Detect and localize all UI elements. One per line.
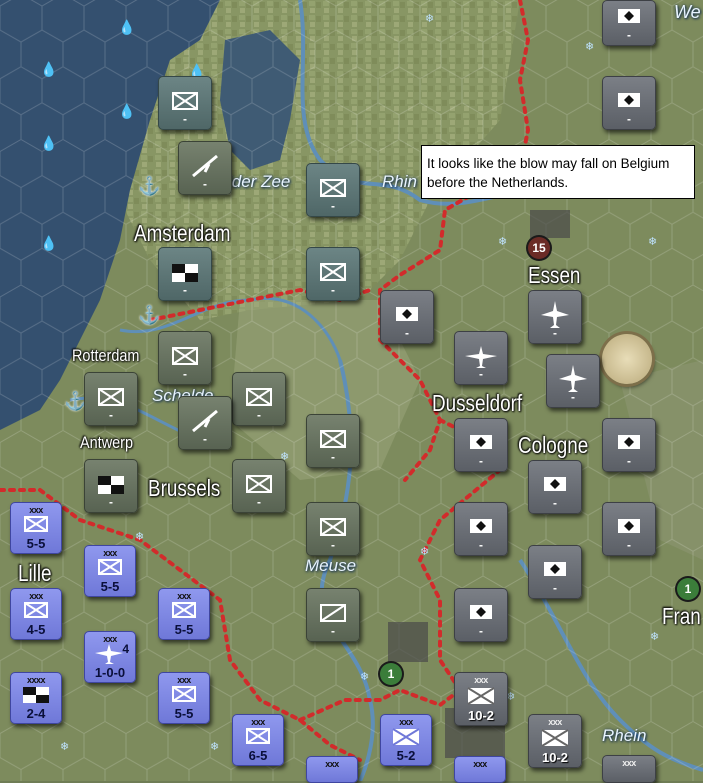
french-air-counter[interactable]: xxx 4 1-0-0 [84,631,136,683]
city-essen[interactable]: Essen [528,262,580,289]
river-rhein-label: Rhein [602,726,647,745]
belgian-hq-counter[interactable]: - [84,459,138,513]
german-armor-counter[interactable]: - [528,460,582,514]
belgian-artillery-counter[interactable]: - [178,396,232,450]
french-hq-counter[interactable]: xxxx 2-4 [10,672,62,724]
french-infantry-counter[interactable]: xxx 5-5 [84,545,136,597]
french-infantry-counter[interactable]: xxx 5-2 [380,714,432,766]
port-anchor-icon: ⚓ [138,176,161,196]
german-armor-counter[interactable]: - [380,290,434,344]
belgian-cavalry-counter[interactable]: - [306,588,360,642]
french-infantry-counter[interactable]: xxx 6-5 [232,714,284,766]
german-armor-counter[interactable]: - [454,502,508,556]
city-amsterdam[interactable]: Amsterdam [134,220,230,247]
german-air-counter[interactable]: - [528,290,582,344]
dutch-hq-counter[interactable]: - [158,247,212,301]
svg-text:❄: ❄ [498,236,507,248]
city-lille[interactable]: Lille [18,560,52,587]
svg-text:❄: ❄ [135,531,144,543]
port-anchor-icon: ⚓ [138,305,161,325]
hex-marker-badge: 1 [677,578,699,600]
svg-text:❄: ❄ [425,13,434,25]
river-meuse-label: Meuse [305,556,357,575]
river-zuider-zee-label: ider Zee [228,172,291,191]
svg-text:💧: 💧 [40,235,57,252]
german-armor-counter[interactable]: - [454,418,508,472]
svg-text:❄: ❄ [585,41,594,53]
belgian-infantry-counter[interactable]: - [158,331,212,385]
tooltip-box: It looks like the blow may fall on Belgi… [421,145,695,199]
german-armor-counter[interactable]: - [602,418,656,472]
german-air-counter[interactable]: - [454,331,508,385]
svg-text:❄: ❄ [60,741,69,753]
dutch-infantry-counter[interactable]: - [158,76,212,130]
city-france-partial[interactable]: Fran [662,603,701,630]
svg-text:❄: ❄ [210,741,219,753]
hex-marker-badge: 1 [380,663,402,685]
city-brussels[interactable]: Brussels [148,475,220,502]
city-antwerp[interactable]: Antwerp [80,433,133,453]
german-air-counter[interactable]: - [546,354,600,408]
german-army-counter[interactable]: xxx 10-2 [528,714,582,768]
city-cologne[interactable]: Cologne [518,432,588,459]
german-armor-counter[interactable]: - [602,0,656,46]
label-we-partial: We [674,2,701,22]
svg-text:❄: ❄ [420,546,429,558]
german-armor-counter[interactable]: - [454,588,508,642]
svg-text:❄: ❄ [650,631,659,643]
german-armor-counter[interactable]: - [602,76,656,130]
belgian-infantry-counter[interactable]: - [84,372,138,426]
french-infantry-counter[interactable]: xxx 4-5 [10,588,62,640]
svg-text:❄: ❄ [648,236,657,248]
french-infantry-counter[interactable]: xxx [306,756,358,783]
hq-medallion-icon[interactable] [602,334,652,384]
svg-text:❄: ❄ [360,671,369,683]
french-infantry-counter[interactable]: xxx 5-5 [158,672,210,724]
belgian-infantry-counter[interactable]: - [306,414,360,468]
city-dusseldorf[interactable]: Dusseldorf [432,390,522,417]
river-rhin-label: Rhin [382,172,417,191]
french-infantry-counter[interactable]: xxx [454,756,506,783]
svg-text:💧: 💧 [118,103,135,120]
city-rotterdam[interactable]: Rotterdam [72,346,139,366]
german-armor-counter[interactable]: - [602,502,656,556]
svg-text:💧: 💧 [40,135,57,152]
german-army-counter[interactable]: xxx [602,755,656,783]
dutch-infantry-counter[interactable]: - [306,247,360,301]
french-infantry-counter[interactable]: xxx 5-5 [158,588,210,640]
belgian-infantry-counter[interactable]: - [232,459,286,513]
essen-production-badge: 15 [528,237,550,259]
svg-text:💧: 💧 [118,19,135,36]
german-army-counter[interactable]: xxx 10-2 [454,672,508,726]
french-infantry-counter[interactable]: xxx 5-5 [10,502,62,554]
belgian-infantry-counter[interactable]: - [232,372,286,426]
dutch-infantry-counter[interactable]: - [306,163,360,217]
belgian-artillery-counter[interactable]: - [178,141,232,195]
belgian-infantry-counter[interactable]: - [306,502,360,556]
german-armor-counter[interactable]: - [528,545,582,599]
svg-text:💧: 💧 [40,61,57,78]
